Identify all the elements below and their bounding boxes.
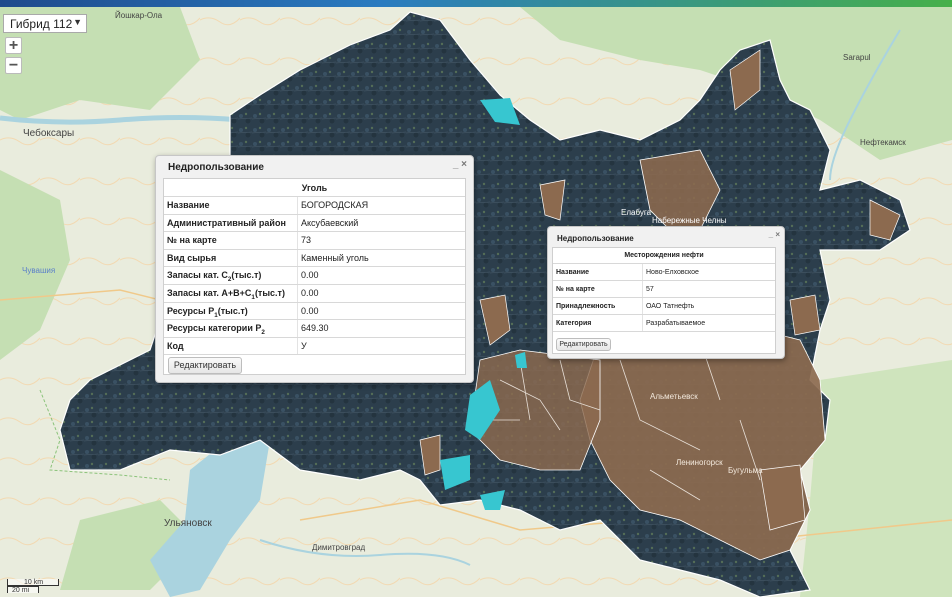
property-row: № на карте 73 — [164, 232, 465, 250]
property-label-text: № на карте — [556, 286, 595, 293]
property-label-unit: (тыс.т) — [254, 287, 285, 298]
city-label-sarapul: Sarapul — [843, 53, 871, 62]
map-layer-value: Гибрид 112 — [10, 17, 73, 31]
property-label-text: Название — [556, 269, 590, 276]
property-value: 57 — [646, 286, 654, 293]
popup-oil-deposit: Недропользование _ × Месторождения нефти… — [547, 226, 785, 359]
property-value: Каменный уголь — [301, 252, 369, 263]
property-label-text: Код — [167, 340, 184, 351]
minimize-icon[interactable]: _ — [769, 230, 773, 239]
property-label-text: Запасы кат. C — [167, 270, 228, 281]
property-row: Запасы кат. C2(тыс.т) 0.00 — [164, 267, 465, 285]
property-label: Ресурсы P1(тыс.т) — [164, 302, 298, 320]
map-layer-select[interactable]: Гибрид 112 ▼ — [3, 14, 87, 33]
city-label-dimitrovgrad: Димитровград — [312, 543, 366, 552]
property-row: Запасы кат. A+B+C1(тыс.т) 0.00 — [164, 284, 465, 303]
property-label-subscript: 2 — [261, 328, 265, 336]
property-row: Ресурсы P1(тыс.т) 0.00 — [164, 302, 465, 321]
city-label-leninogorsk: Лениногорск — [676, 458, 723, 467]
city-label-almetyevsk: Альметьевск — [650, 392, 698, 401]
property-value: ОАО Татнефть — [646, 303, 695, 310]
city-label-bugulma: Бугульма — [728, 466, 763, 475]
property-label-text: Название — [167, 200, 210, 210]
property-label-text: Запасы кат. A+B+C — [167, 287, 252, 298]
property-label: Запасы кат. C2(тыс.т) — [164, 267, 298, 284]
property-value: 73 — [301, 235, 312, 246]
popup-coal-deposit: Недропользование _ × Уголь Название БОГОР… — [155, 155, 474, 383]
property-row: Ресурсы категории P2 649.30 — [164, 320, 465, 338]
property-row: Категория Разрабатываемое — [553, 315, 775, 332]
property-label-unit: (тыс.т) — [231, 270, 262, 281]
city-label-cheboksary: Чебоксары — [23, 128, 75, 139]
property-label-unit: (тыс.т) — [217, 305, 248, 316]
property-label-text: Вид сырья — [167, 252, 217, 263]
property-label: Принадлежность — [553, 298, 643, 314]
property-label-text: Ресурсы категории P — [167, 323, 262, 334]
region-label-chuvashia: Чувашия — [22, 266, 56, 275]
map-canvas[interactable] — [0, 7, 952, 597]
property-label: Название — [553, 264, 643, 280]
popup-content: Уголь Название БОГОРОДСКАЯ Административны… — [163, 178, 466, 375]
property-row: Вид сырья Каменный уголь — [164, 249, 465, 268]
city-label-naberezhnye-chelny: Набережные Челны — [652, 216, 727, 225]
property-value: Ново-Елховское — [646, 269, 699, 276]
top-accent-bar — [0, 0, 952, 7]
property-value: Разрабатываемое — [646, 320, 706, 327]
property-label: Административный район — [164, 214, 298, 232]
city-label-ulyanovsk: Ульяновск — [164, 518, 212, 529]
property-label-text: Принадлежность — [556, 303, 616, 310]
property-value: Аксубаевский — [301, 217, 359, 228]
zoom-in-button[interactable]: + — [5, 37, 22, 54]
property-row: Название БОГОРОДСКАЯ — [164, 197, 465, 215]
oil-field-area — [789, 294, 821, 336]
property-label: Ресурсы категории P2 — [164, 320, 298, 337]
close-icon[interactable]: × — [461, 159, 467, 170]
city-label-neftekamsk: Нефтекамск — [860, 138, 906, 147]
popup-content: Месторождения нефти Название Ново-Елховск… — [552, 247, 776, 354]
city-label-elabuga: Елабуга — [621, 208, 652, 217]
popup-window-controls[interactable]: _ × — [453, 159, 467, 170]
property-label: Вид сырья — [164, 249, 298, 267]
minimize-icon[interactable]: _ — [453, 159, 459, 170]
property-label: № на карте — [553, 281, 643, 297]
property-value: 0.00 — [301, 305, 319, 316]
property-label: Название — [164, 197, 298, 214]
property-row: Название Ново-Елховское — [553, 264, 775, 281]
popup-title: Недропользование — [168, 162, 264, 173]
property-label: Запасы кат. A+B+C1(тыс.т) — [164, 284, 298, 302]
property-value: 0.00 — [301, 287, 319, 298]
property-label-text: № на карте — [167, 235, 217, 246]
property-row: № на карте 57 — [553, 281, 775, 298]
scale-km: 10 km — [7, 579, 59, 586]
property-label-text: Ресурсы P — [167, 305, 215, 316]
property-row: Принадлежность ОАО Татнефть — [553, 298, 775, 315]
popup-title: Недропользование — [557, 234, 634, 243]
edit-button[interactable]: Редактировать — [168, 357, 242, 374]
property-value: БОГОРОДСКАЯ — [301, 200, 369, 210]
property-label-text: Административный район — [167, 217, 286, 228]
property-label-text: Категория — [556, 320, 592, 327]
scale-bar: 10 km 20 mi — [7, 579, 59, 594]
property-row: Административный район Аксубаевский — [164, 214, 465, 233]
property-label: Категория — [553, 315, 643, 331]
property-value: 0.00 — [301, 270, 319, 281]
popup-header: Уголь — [164, 179, 465, 197]
property-value: 649.30 — [301, 323, 329, 334]
popup-header: Месторождения нефти — [553, 248, 775, 264]
dropdown-arrow-icon: ▼ — [73, 17, 82, 27]
zoom-out-button[interactable]: − — [5, 57, 22, 74]
city-label-yoshkar-ola: Йошкар-Ола — [115, 11, 163, 20]
property-label: № на карте — [164, 232, 298, 249]
property-value: У — [301, 340, 307, 351]
scale-mi: 20 mi — [7, 586, 39, 594]
close-icon[interactable]: × — [775, 230, 780, 239]
property-label: Код — [164, 337, 298, 355]
popup-window-controls[interactable]: _ × — [769, 230, 780, 239]
edit-button[interactable]: Редактировать — [556, 338, 611, 351]
property-row: Код У — [164, 337, 465, 356]
